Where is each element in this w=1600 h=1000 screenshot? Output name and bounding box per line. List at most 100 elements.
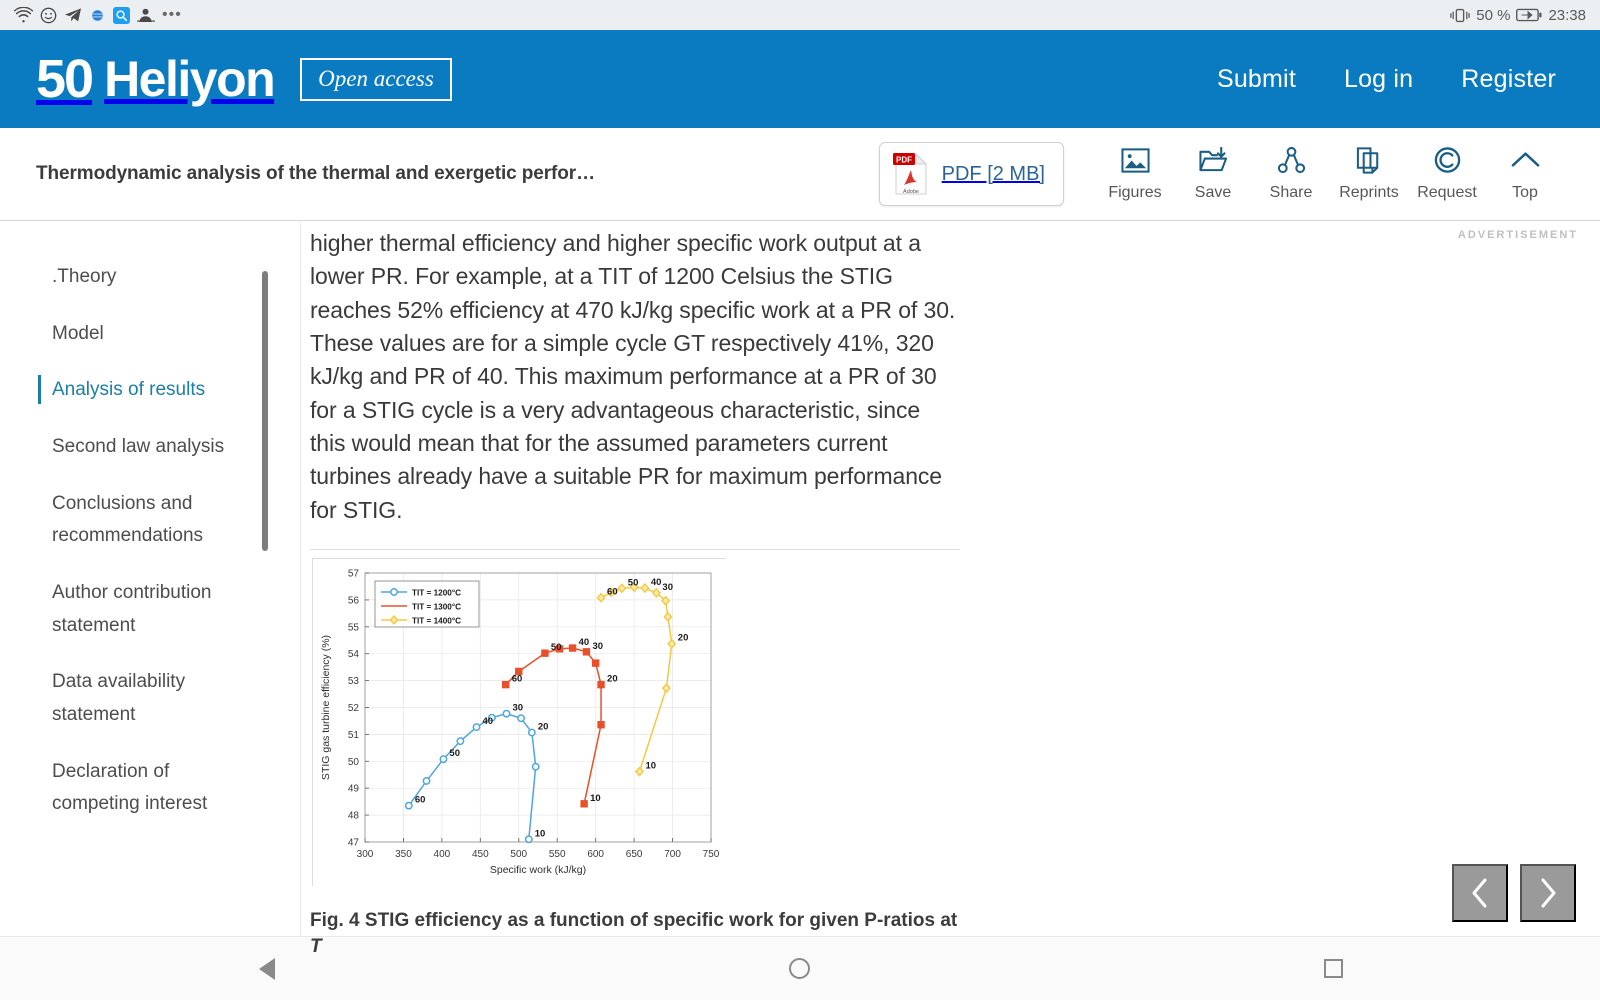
chevron-up-icon — [1510, 146, 1541, 175]
svg-text:TIT = 1300°C: TIT = 1300°C — [412, 602, 461, 611]
recents-square-icon — [1323, 959, 1343, 978]
sidebar-item-author-contribution-statement[interactable]: Author contribution statement — [52, 577, 252, 642]
svg-text:55: 55 — [348, 622, 360, 633]
svg-text:50: 50 — [628, 577, 639, 588]
tool-label: Save — [1194, 184, 1232, 201]
sidebar-scrollbar[interactable] — [262, 271, 268, 551]
svg-text:56: 56 — [348, 595, 360, 606]
heliyon-logo[interactable]: 50 Heliyon — [36, 51, 276, 107]
open-access-badge: Open access — [300, 57, 452, 101]
svg-text:650: 650 — [626, 849, 643, 860]
figure-caption-text: STIG efficiency as a function of specifi… — [364, 910, 958, 932]
svg-text:400: 400 — [434, 849, 451, 860]
sidebar-item-declaration-of-competing-interest[interactable]: Declaration of competing interest — [52, 756, 252, 821]
svg-text:20: 20 — [678, 633, 689, 644]
figure-caption: Fig. 4 STIG efficiency as a function of … — [310, 908, 960, 959]
battery-charging-icon — [1516, 8, 1542, 22]
battery-percent-label: 50 % — [1476, 6, 1511, 24]
svg-text:450: 450 — [472, 849, 489, 860]
tool-figures[interactable]: Figures — [1096, 146, 1174, 202]
svg-text:49: 49 — [348, 784, 360, 795]
tool-request[interactable]: Request — [1408, 146, 1486, 202]
svg-text:PDF: PDF — [896, 156, 912, 165]
tool-reprints[interactable]: Reprints — [1330, 146, 1408, 202]
sidebar-item-second-law-analysis[interactable]: Second law analysis — [52, 431, 252, 464]
svg-text:TIT = 1200°C: TIT = 1200°C — [412, 588, 461, 597]
telegram-icon — [64, 7, 82, 23]
logo-anniversary-mark: 50 — [36, 52, 94, 106]
sidebar-item-conclusions-and-recommendations[interactable]: Conclusions and recommendations — [52, 488, 252, 553]
submit-link[interactable]: Submit — [1217, 65, 1296, 94]
figure-caption-prefix: Fig. 4 — [310, 910, 360, 932]
globe-icon — [89, 7, 106, 24]
home-circle-icon — [789, 958, 811, 979]
svg-text:10: 10 — [535, 828, 546, 839]
sidebar-item-model[interactable]: Model — [52, 318, 252, 351]
pdf-size-label: PDF [2 MB] — [941, 162, 1045, 185]
figure-4[interactable]: 300 350 400 450 500 550 600 650 700 750 47 48 49 50 51… — [312, 558, 727, 888]
tool-label: Share — [1269, 184, 1313, 201]
chevron-right-icon — [1541, 878, 1556, 908]
status-icons-group: ••• — [14, 6, 182, 24]
svg-text:40: 40 — [482, 716, 493, 727]
article-content-area: .Theory Model Analysis of results Second… — [0, 221, 1600, 957]
svg-text:Specific work (kJ/kg): Specific work (kJ/kg) — [490, 864, 586, 876]
android-back-button[interactable] — [207, 957, 327, 980]
sidebar-item-data-availability-statement[interactable]: Data availability statement — [52, 666, 252, 731]
svg-text:60: 60 — [415, 795, 426, 806]
register-link[interactable]: Register — [1461, 65, 1556, 94]
figure-caption-italic: T — [310, 935, 322, 957]
figure-pager — [1452, 864, 1576, 922]
reprints-document-icon — [1354, 146, 1385, 175]
svg-text:51: 51 — [348, 730, 360, 741]
download-pdf-button[interactable]: PDF Adobe PDF [2 MB] — [878, 142, 1064, 206]
svg-text:700: 700 — [664, 849, 681, 860]
clock-label: 23:38 — [1548, 6, 1586, 24]
svg-text:47: 47 — [348, 838, 360, 849]
android-home-button[interactable] — [740, 958, 860, 979]
sidebar-item-theory[interactable]: .Theory — [52, 261, 252, 294]
article-main: higher thermal efficiency and higher spe… — [300, 221, 1000, 957]
svg-text:30: 30 — [512, 703, 523, 714]
status-right-group: 50 % 23:38 — [1450, 7, 1586, 24]
tool-share[interactable]: Share — [1252, 146, 1330, 202]
article-tools: Figures Save Share Reprints Request Top — [1096, 146, 1564, 202]
previous-button[interactable] — [1452, 864, 1508, 922]
body-paragraph: higher thermal efficiency and higher spe… — [310, 230, 956, 523]
svg-text:STIG gas turbine efficiency (%: STIG gas turbine efficiency (%) — [320, 635, 332, 780]
vibrate-icon — [1450, 8, 1470, 23]
svg-text:53: 53 — [348, 676, 360, 687]
login-link[interactable]: Log in — [1344, 65, 1413, 94]
svg-text:300: 300 — [357, 849, 374, 860]
svg-text:20: 20 — [538, 722, 549, 733]
figures-icon — [1120, 146, 1151, 175]
person-icon — [137, 7, 155, 23]
svg-text:30: 30 — [592, 641, 603, 652]
section-divider — [310, 549, 960, 551]
tool-label: Figures — [1108, 184, 1162, 201]
tool-label: Reprints — [1339, 184, 1399, 201]
svg-text:40: 40 — [651, 577, 662, 588]
tool-top[interactable]: Top — [1486, 146, 1564, 202]
svg-text:50: 50 — [348, 757, 360, 768]
android-recents-button[interactable] — [1273, 959, 1393, 978]
copyright-icon — [1432, 146, 1463, 175]
svg-text:60: 60 — [512, 674, 523, 685]
wifi-icon — [14, 7, 33, 23]
svg-text:30: 30 — [662, 582, 673, 593]
tool-save[interactable]: Save — [1174, 146, 1252, 202]
advertisement-label: ADVERTISEMENT — [1457, 229, 1578, 241]
brand-group: 50 Heliyon Open access — [36, 52, 452, 106]
pdf-file-icon: PDF Adobe — [892, 152, 930, 196]
smiley-icon — [40, 7, 57, 24]
advertisement-rail: ADVERTISEMENT — [1000, 221, 1600, 936]
svg-text:50: 50 — [551, 642, 562, 653]
svg-text:Adobe: Adobe — [903, 189, 919, 195]
tool-label: Top — [1512, 184, 1538, 201]
svg-text:48: 48 — [348, 811, 360, 822]
sidebar-item-analysis-of-results[interactable]: Analysis of results — [38, 374, 252, 407]
next-button[interactable] — [1520, 864, 1576, 922]
share-nodes-icon — [1276, 146, 1307, 175]
logo-wordmark: Heliyon — [104, 51, 276, 107]
svg-text:60: 60 — [607, 587, 618, 598]
